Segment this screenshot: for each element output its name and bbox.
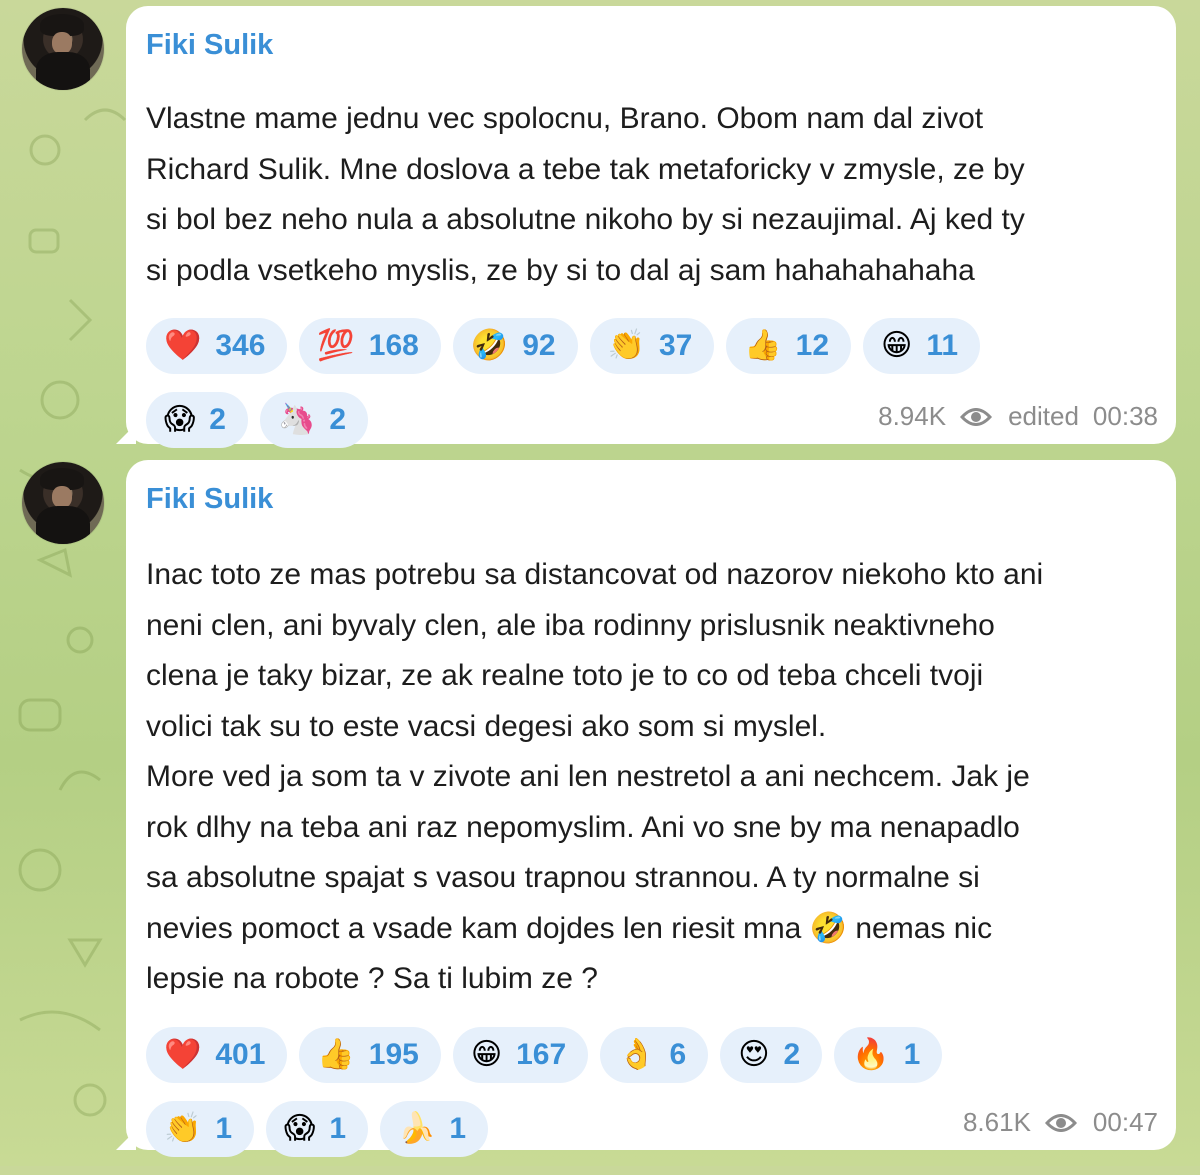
- reaction-count: 167: [516, 1037, 567, 1071]
- author-name[interactable]: Fiki Sulik: [146, 20, 1156, 70]
- reaction-count: 11: [926, 329, 959, 362]
- heart-icon: ❤️: [164, 328, 202, 363]
- eye-icon: [960, 407, 993, 426]
- reaction-count: 1: [329, 1111, 347, 1145]
- reactions-list: ❤️ 346 💯 168 🤣 92 👏 37 👍 12 😁 11 😱 2 🦄 2: [146, 318, 1066, 466]
- reaction-button[interactable]: 😱 1: [266, 1100, 369, 1157]
- reaction-count: 1: [215, 1111, 233, 1145]
- heart-eyes-icon: 😍: [738, 1036, 770, 1072]
- message-bubble[interactable]: Fiki Sulik Inac toto ze mas potrebu sa d…: [126, 460, 1176, 1157]
- reaction-count: 195: [368, 1037, 419, 1071]
- reaction-count: 2: [783, 1037, 801, 1071]
- reaction-button[interactable]: 🔥 1: [834, 1026, 943, 1083]
- message-meta: 8.94K edited 00:38: [878, 401, 1158, 432]
- reaction-button[interactable]: 😁 167: [452, 1026, 589, 1083]
- clapping-hands-icon: 👏: [607, 328, 645, 363]
- message-meta: 8.61K 00:47: [963, 1107, 1158, 1138]
- fire-icon: 🔥: [852, 1036, 890, 1072]
- reaction-count: 2: [329, 403, 347, 436]
- grinning-face-icon: 😁: [881, 328, 913, 363]
- avatar[interactable]: [22, 462, 104, 544]
- thumbs-up-icon: 👍: [317, 1036, 355, 1072]
- reaction-button[interactable]: 😍 2: [720, 1026, 823, 1083]
- ok-hand-icon: 👌: [618, 1036, 656, 1072]
- reaction-count: 12: [795, 329, 830, 362]
- edited-label: edited: [1008, 401, 1079, 431]
- reaction-button[interactable]: 👏 1: [146, 1100, 255, 1157]
- screaming-face-icon: 😱: [284, 1110, 316, 1146]
- grinning-face-icon: 😁: [470, 1036, 503, 1072]
- thumbs-up-icon: 👍: [744, 328, 782, 363]
- reaction-count: 92: [522, 329, 556, 362]
- reaction-count: 401: [215, 1037, 266, 1071]
- banana-icon: 🍌: [398, 1110, 436, 1146]
- avatar[interactable]: [22, 8, 104, 90]
- reaction-button[interactable]: 🦄 2: [259, 392, 369, 448]
- reaction-count: 168: [368, 329, 419, 362]
- reaction-button[interactable]: 🤣 92: [452, 318, 578, 374]
- reaction-count: 346: [215, 329, 266, 362]
- reaction-button[interactable]: 👍 12: [726, 318, 852, 374]
- message-text: Inac toto ze mas potrebu sa distancovat …: [146, 558, 1044, 995]
- reaction-button[interactable]: ❤️ 346: [146, 318, 288, 374]
- message-bubble[interactable]: Fiki Sulik Vlastne mame jednu vec spoloc…: [126, 6, 1176, 448]
- message-time: 00:38: [1092, 401, 1158, 431]
- reactions-list: ❤️ 401 👍 195 😁 167 👌 6 😍 2 🔥 1 👏 1 😱 1 🍌 1: [146, 1026, 1066, 1175]
- rofl-icon: 🤣: [470, 328, 509, 363]
- reaction-button[interactable]: ❤️ 401: [146, 1026, 288, 1083]
- hundred-points-icon: 💯: [317, 328, 355, 363]
- eye-icon: [1044, 1113, 1077, 1132]
- screaming-face-icon: 😱: [164, 402, 196, 437]
- message-text: Vlastne mame jednu vec spolocnu, Brano. …: [146, 102, 1025, 287]
- unicorn-icon: 🦄: [277, 402, 316, 437]
- reaction-count: 1: [449, 1111, 467, 1145]
- author-name[interactable]: Fiki Sulik: [146, 474, 1156, 524]
- clapping-hands-icon: 👏: [164, 1110, 202, 1146]
- reaction-button[interactable]: 😁 11: [863, 318, 981, 374]
- reaction-count: 6: [669, 1037, 687, 1071]
- reaction-button[interactable]: 👍 195: [299, 1026, 441, 1083]
- message-time: 00:47: [1092, 1107, 1158, 1137]
- view-count: 8.94K: [878, 401, 947, 431]
- reaction-button[interactable]: 💯 168: [299, 318, 441, 374]
- reaction-button[interactable]: 👏 37: [589, 318, 715, 374]
- reaction-button[interactable]: 👌 6: [600, 1026, 709, 1083]
- reaction-count: 37: [658, 329, 693, 362]
- reaction-button[interactable]: 🍌 1: [380, 1100, 489, 1157]
- reaction-count: 1: [903, 1037, 921, 1071]
- heart-icon: ❤️: [164, 1036, 202, 1072]
- view-count: 8.61K: [962, 1107, 1031, 1137]
- reaction-button[interactable]: 😱 2: [146, 392, 248, 448]
- reaction-count: 2: [209, 403, 226, 436]
